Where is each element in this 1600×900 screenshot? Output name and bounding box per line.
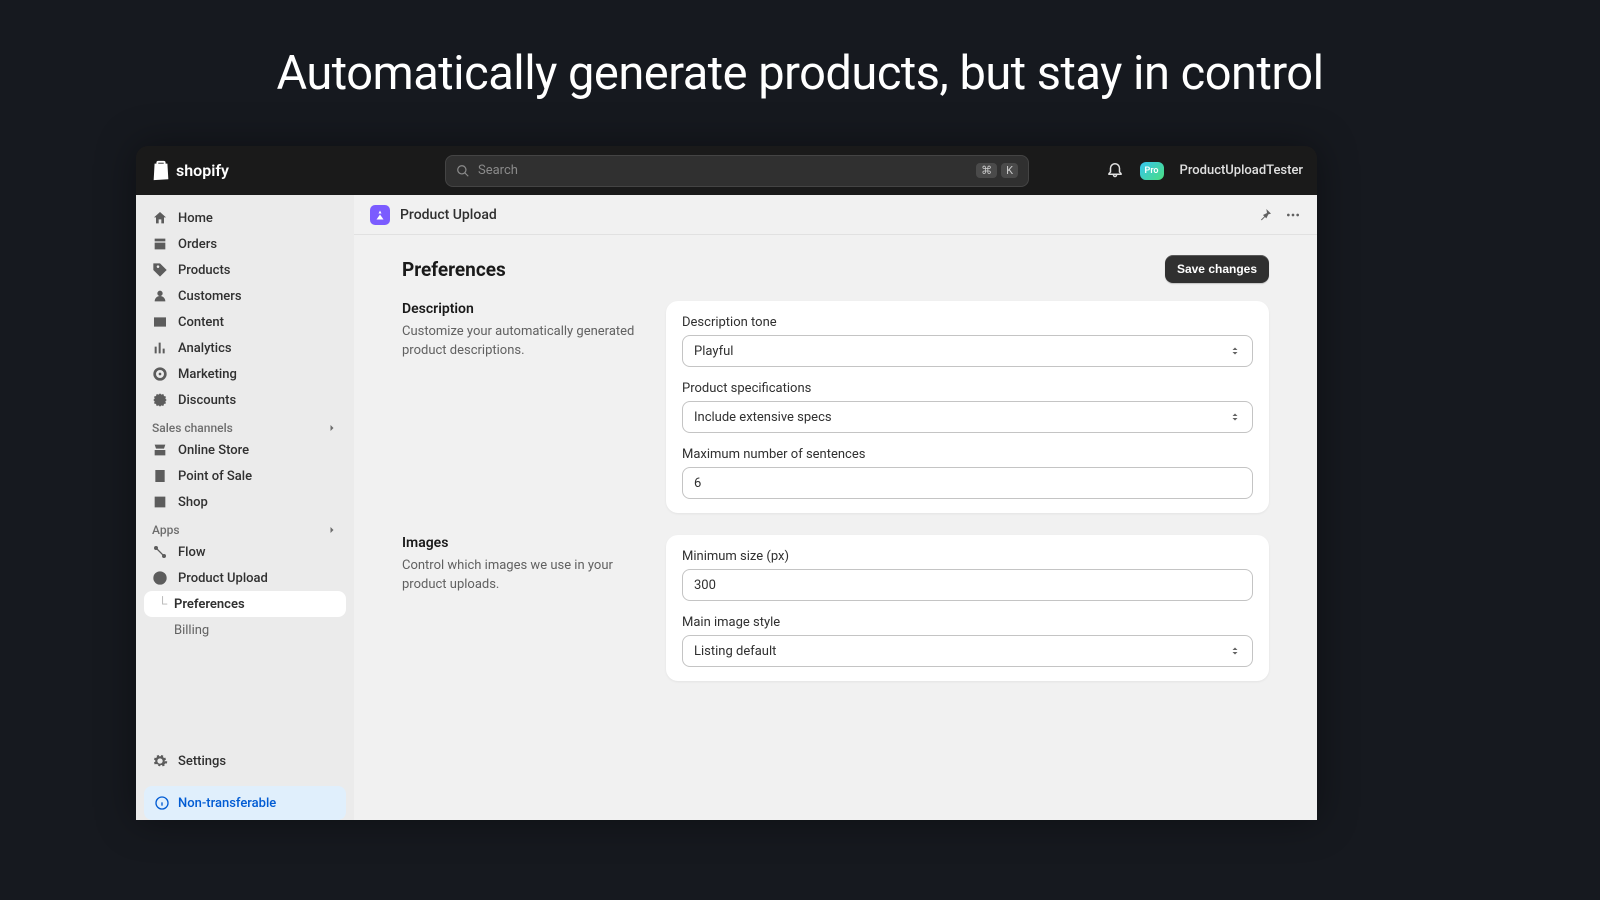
pos-icon <box>152 468 168 484</box>
section-images-help: Control which images we use in your prod… <box>402 557 646 595</box>
more-icon[interactable] <box>1285 207 1301 223</box>
notifications-button[interactable] <box>1106 160 1124 182</box>
sidebar-item-discounts[interactable]: Discounts <box>144 387 346 413</box>
search-shortcut: ⌘K <box>976 163 1018 178</box>
min-size-label: Minimum size (px) <box>682 549 1253 564</box>
app-icon <box>370 205 390 225</box>
app-header: Product Upload <box>354 195 1317 235</box>
sidebar-sub-preferences[interactable]: └Preferences <box>144 591 346 617</box>
page-title: Preferences <box>402 258 506 281</box>
sidebar-item-product-upload[interactable]: Product Upload <box>144 565 346 591</box>
branch-icon: └ <box>158 596 167 612</box>
search-input[interactable]: Search ⌘K <box>445 155 1029 187</box>
sidebar-item-analytics[interactable]: Analytics <box>144 335 346 361</box>
avatar-badge[interactable]: Pro <box>1140 162 1164 180</box>
description-card: Description tone Playful Product specifi… <box>666 301 1269 513</box>
pin-icon[interactable] <box>1257 207 1273 223</box>
style-select[interactable]: Listing default <box>682 635 1253 667</box>
sidebar-sub-billing[interactable]: Billing <box>144 617 346 643</box>
shopify-logo[interactable]: shopify <box>150 160 229 182</box>
sidebar-item-content[interactable]: Content <box>144 309 346 335</box>
spec-select[interactable]: Include extensive specs <box>682 401 1253 433</box>
section-description-help: Customize your automatically generated p… <box>402 323 646 361</box>
sidebar-item-pos[interactable]: Point of Sale <box>144 463 346 489</box>
section-images-title: Images <box>402 535 646 551</box>
select-arrows-icon <box>1229 645 1241 657</box>
sidebar-item-products[interactable]: Products <box>144 257 346 283</box>
bell-icon <box>1106 160 1124 178</box>
non-transferable-banner[interactable]: Non-transferable <box>144 786 346 820</box>
main: Product Upload Preferences Save changes … <box>354 195 1317 820</box>
sidebar-item-orders[interactable]: Orders <box>144 231 346 257</box>
content-icon <box>152 314 168 330</box>
sidebar-item-shop[interactable]: Shop <box>144 489 346 515</box>
sales-channels-header[interactable]: Sales channels <box>144 413 346 437</box>
tag-icon <box>152 262 168 278</box>
upload-icon <box>152 570 168 586</box>
sidebar-item-settings[interactable]: Settings <box>144 748 346 774</box>
sidebar-item-home[interactable]: Home <box>144 205 346 231</box>
chevron-right-icon <box>326 524 338 536</box>
tone-label: Description tone <box>682 315 1253 330</box>
discount-icon <box>152 392 168 408</box>
images-card: Minimum size (px) Main image style Listi… <box>666 535 1269 681</box>
topbar: shopify Search ⌘K Pro ProductUploadTeste… <box>136 146 1317 195</box>
sidebar-item-marketing[interactable]: Marketing <box>144 361 346 387</box>
apps-header[interactable]: Apps <box>144 515 346 539</box>
sidebar-item-flow[interactable]: Flow <box>144 539 346 565</box>
select-arrows-icon <box>1229 345 1241 357</box>
search-icon <box>456 164 470 178</box>
sidebar-item-customers[interactable]: Customers <box>144 283 346 309</box>
sidebar-item-online-store[interactable]: Online Store <box>144 437 346 463</box>
hero-heading: Automatically generate products, but sta… <box>0 0 1600 145</box>
target-icon <box>152 366 168 382</box>
min-size-input[interactable] <box>682 569 1253 601</box>
max-sentences-input[interactable] <box>682 467 1253 499</box>
chevron-right-icon <box>326 422 338 434</box>
analytics-icon <box>152 340 168 356</box>
orders-icon <box>152 236 168 252</box>
shop-icon <box>152 494 168 510</box>
style-label: Main image style <box>682 615 1253 630</box>
brand-text: shopify <box>176 161 229 180</box>
spec-label: Product specifications <box>682 381 1253 396</box>
section-description-title: Description <box>402 301 646 317</box>
app-window: shopify Search ⌘K Pro ProductUploadTeste… <box>136 146 1317 820</box>
save-button[interactable]: Save changes <box>1165 255 1269 283</box>
max-label: Maximum number of sentences <box>682 447 1253 462</box>
home-icon <box>152 210 168 226</box>
store-name[interactable]: ProductUploadTester <box>1180 163 1303 178</box>
sidebar: Home Orders Products Customers Content A… <box>136 195 354 820</box>
bag-icon <box>150 160 172 182</box>
info-icon <box>154 795 170 811</box>
flow-icon <box>152 544 168 560</box>
search-placeholder: Search <box>478 163 518 178</box>
person-icon <box>152 288 168 304</box>
store-icon <box>152 442 168 458</box>
select-arrows-icon <box>1229 411 1241 423</box>
app-title: Product Upload <box>400 207 497 223</box>
gear-icon <box>152 753 168 769</box>
tone-select[interactable]: Playful <box>682 335 1253 367</box>
